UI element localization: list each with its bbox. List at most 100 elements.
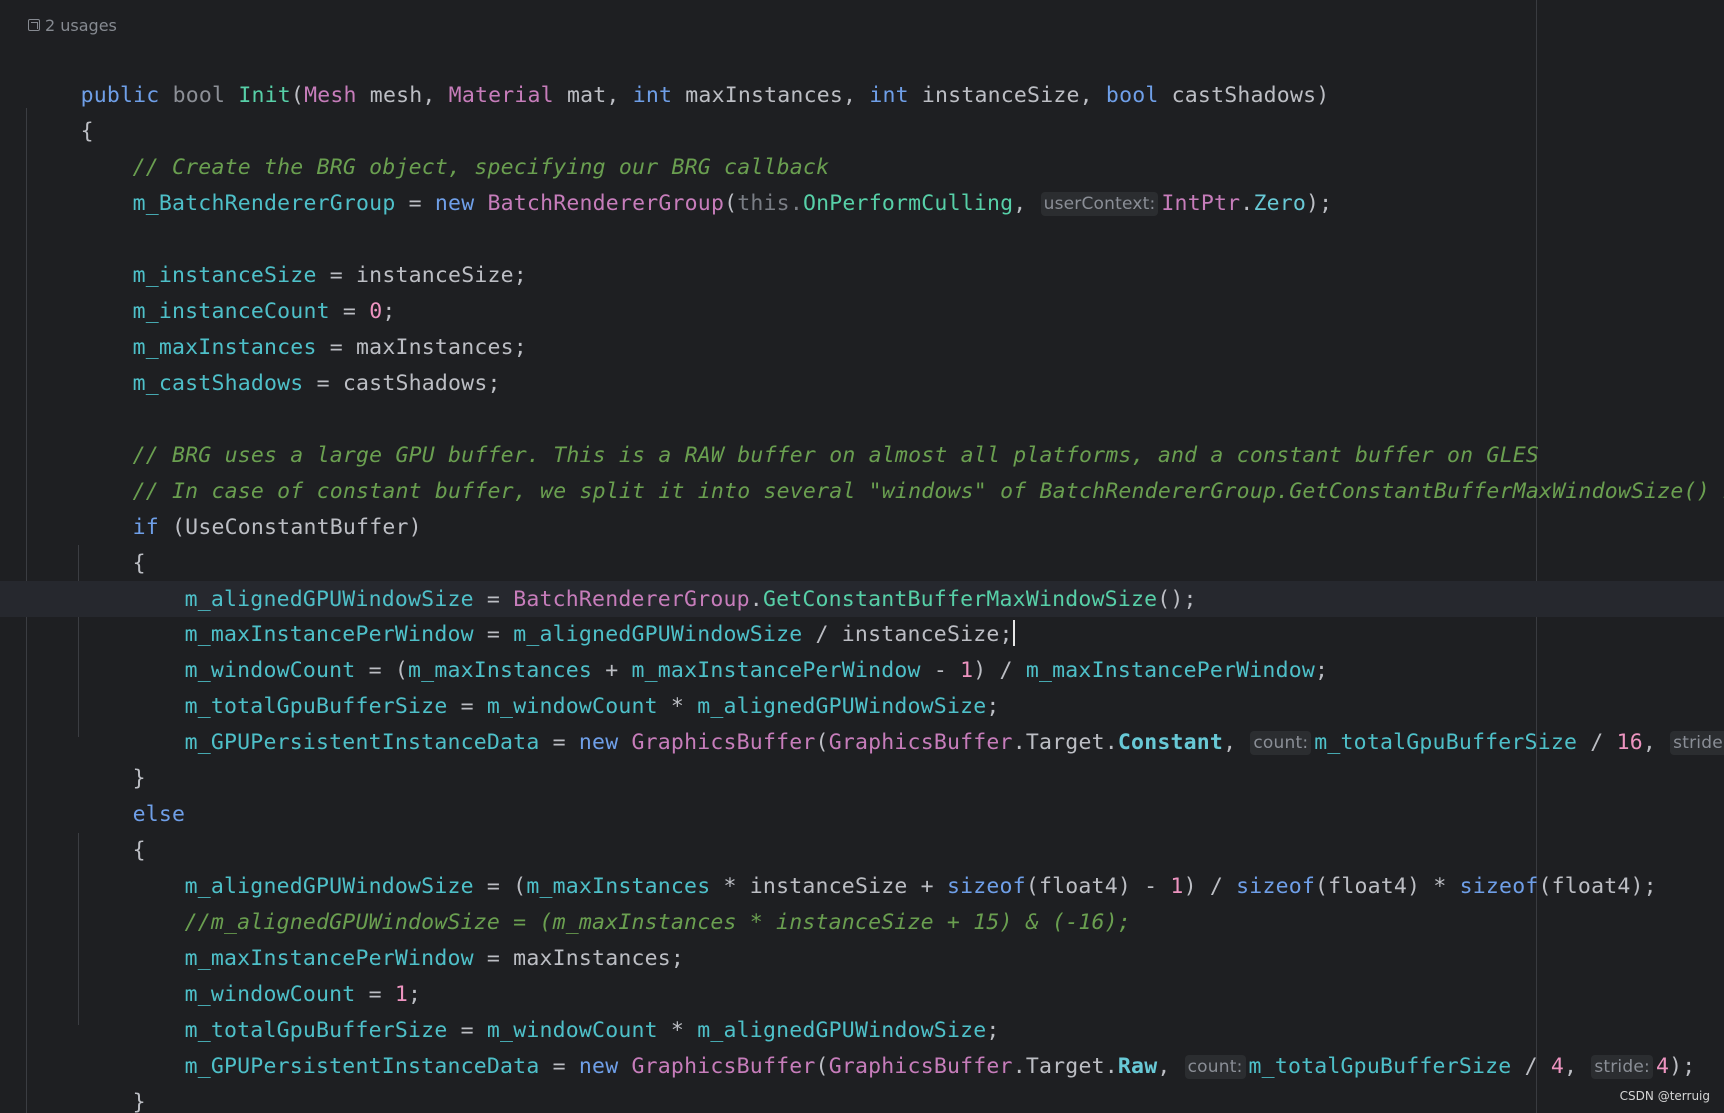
code-line[interactable]: m_castShadows = castShadows; bbox=[80, 330, 501, 396]
token: (float4); bbox=[1538, 874, 1657, 899]
token: GraphicsBuffer bbox=[631, 730, 816, 755]
token: bool bbox=[172, 83, 226, 108]
token: = bbox=[539, 730, 579, 755]
token: m_BatchRendererGroup bbox=[132, 191, 396, 216]
code-line[interactable]: public bool Init(Mesh mesh, Material mat… bbox=[28, 42, 1330, 108]
token: int bbox=[632, 83, 673, 108]
token: Target bbox=[1025, 730, 1105, 755]
token: IntPtr bbox=[1161, 191, 1241, 216]
token: m_GPUPersistentInstanceData bbox=[184, 730, 540, 755]
token: . bbox=[1012, 1054, 1026, 1079]
token: ( bbox=[815, 730, 829, 755]
watermark: CSDN @terruig bbox=[1619, 1089, 1710, 1103]
token: GraphicsBuffer bbox=[631, 1054, 816, 1079]
token: 4 bbox=[1655, 1054, 1670, 1079]
token: sizeof bbox=[1236, 874, 1316, 899]
code-line[interactable]: m_windowCount = 1; bbox=[132, 941, 421, 1007]
code-line[interactable]: else bbox=[80, 761, 185, 827]
code-line[interactable]: m_BatchRendererGroup = new BatchRenderer… bbox=[80, 150, 1332, 216]
parameter-hint: stride: bbox=[1591, 1055, 1653, 1079]
token: / bbox=[1577, 730, 1617, 755]
token: . bbox=[1104, 730, 1118, 755]
token: m_totalGpuBufferSize bbox=[1248, 1054, 1512, 1079]
code-line[interactable]: { bbox=[28, 78, 94, 144]
token: , bbox=[1223, 730, 1250, 755]
token: (); bbox=[1157, 587, 1197, 612]
token: int bbox=[869, 83, 909, 108]
parameter-hint: count: bbox=[1184, 1055, 1246, 1079]
code-line[interactable]: if (UseConstantBuffer) bbox=[80, 474, 422, 540]
external-link-icon bbox=[28, 19, 40, 31]
code-line[interactable]: m_maxInstances = maxInstances; bbox=[80, 294, 527, 360]
token: Init bbox=[238, 83, 291, 108]
code-line[interactable]: } bbox=[80, 725, 146, 791]
token: new bbox=[578, 730, 619, 755]
code-line[interactable]: m_instanceSize = instanceSize; bbox=[80, 222, 527, 288]
token: ( bbox=[290, 83, 305, 108]
code-line[interactable]: } bbox=[80, 1049, 146, 1113]
token: 1 bbox=[1170, 874, 1184, 899]
token: = bbox=[395, 191, 435, 216]
indent-guide bbox=[78, 833, 79, 1025]
token: , bbox=[1013, 191, 1040, 216]
token: Zero bbox=[1253, 191, 1307, 216]
usages-label: 2 usages bbox=[45, 15, 117, 35]
token: . bbox=[1104, 1054, 1118, 1079]
token: (float4) * bbox=[1315, 874, 1460, 899]
token: = bbox=[539, 1054, 579, 1079]
token: = castShadows; bbox=[303, 371, 501, 396]
token: GraphicsBuffer bbox=[828, 730, 1013, 755]
token: , bbox=[1564, 1054, 1591, 1079]
token: , bbox=[1642, 730, 1670, 755]
code-line[interactable]: m_totalGpuBufferSize = m_windowCount * m… bbox=[132, 977, 1000, 1043]
code-line[interactable]: m_maxInstancePerWindow = m_alignedGPUWin… bbox=[132, 581, 1015, 647]
token: sizeof bbox=[1459, 874, 1539, 899]
token: instanceSize, bbox=[908, 83, 1106, 108]
token: Mesh bbox=[304, 83, 357, 108]
token: 16 bbox=[1616, 730, 1643, 755]
token: maxInstances, bbox=[672, 83, 870, 108]
usages-hint[interactable]: 2 usages bbox=[28, 13, 117, 37]
token: BatchRendererGroup bbox=[487, 191, 725, 216]
token: ); bbox=[1306, 191, 1333, 216]
token: m_GPUPersistentInstanceData bbox=[184, 1054, 540, 1079]
code-line[interactable]: m_maxInstancePerWindow = maxInstances; bbox=[132, 905, 684, 971]
code-line[interactable]: // BRG uses a large GPU buffer. This is … bbox=[80, 402, 1539, 468]
token: mat, bbox=[553, 83, 633, 108]
token: , bbox=[1157, 1054, 1184, 1079]
code-line[interactable]: m_totalGpuBufferSize = m_windowCount * m… bbox=[132, 653, 1000, 719]
token: castShadows) bbox=[1158, 83, 1330, 108]
code-editor[interactable]: 2 usages public bool Init(Mesh mesh, Mat… bbox=[0, 0, 1724, 1113]
token: ); bbox=[1669, 1054, 1696, 1079]
token: GraphicsBuffer bbox=[828, 1054, 1013, 1079]
token: } bbox=[132, 1090, 146, 1113]
code-line[interactable]: m_instanceCount = 0; bbox=[80, 258, 396, 324]
code-line[interactable]: { bbox=[80, 510, 146, 576]
token: this. bbox=[737, 191, 803, 216]
token: Material bbox=[448, 83, 554, 108]
code-line[interactable]: //m_alignedGPUWindowSize = (m_maxInstanc… bbox=[132, 869, 1131, 935]
token: mesh, bbox=[356, 83, 449, 108]
token: ( bbox=[815, 1054, 829, 1079]
code-line[interactable]: // In case of constant buffer, we split … bbox=[80, 438, 1724, 504]
code-line[interactable]: m_GPUPersistentInstanceData = new Graphi… bbox=[132, 689, 1724, 755]
code-line[interactable]: m_alignedGPUWindowSize = BatchRendererGr… bbox=[132, 546, 1197, 612]
token: new bbox=[434, 191, 475, 216]
token: OnPerformCulling bbox=[802, 191, 1014, 216]
token: Raw bbox=[1117, 1054, 1158, 1079]
code-line[interactable]: // Create the BRG object, specifying our… bbox=[80, 114, 829, 180]
right-margin-guide bbox=[1536, 0, 1537, 1113]
code-line[interactable]: m_alignedGPUWindowSize = (m_maxInstances… bbox=[132, 833, 1657, 899]
token: ; bbox=[1315, 658, 1329, 683]
code-line[interactable]: m_GPUPersistentInstanceData = new Graphi… bbox=[132, 1013, 1695, 1079]
token: m_castShadows bbox=[132, 371, 304, 396]
token: 4 bbox=[1550, 1054, 1565, 1079]
code-line[interactable]: m_windowCount = (m_maxInstances + m_maxI… bbox=[132, 617, 1328, 683]
token: Target bbox=[1025, 1054, 1105, 1079]
code-line[interactable]: { bbox=[80, 797, 146, 863]
token: / bbox=[1511, 1054, 1551, 1079]
token: new bbox=[578, 1054, 619, 1079]
token: ( bbox=[724, 191, 738, 216]
token: bool bbox=[1105, 83, 1159, 108]
token: = maxInstances; bbox=[473, 946, 685, 971]
